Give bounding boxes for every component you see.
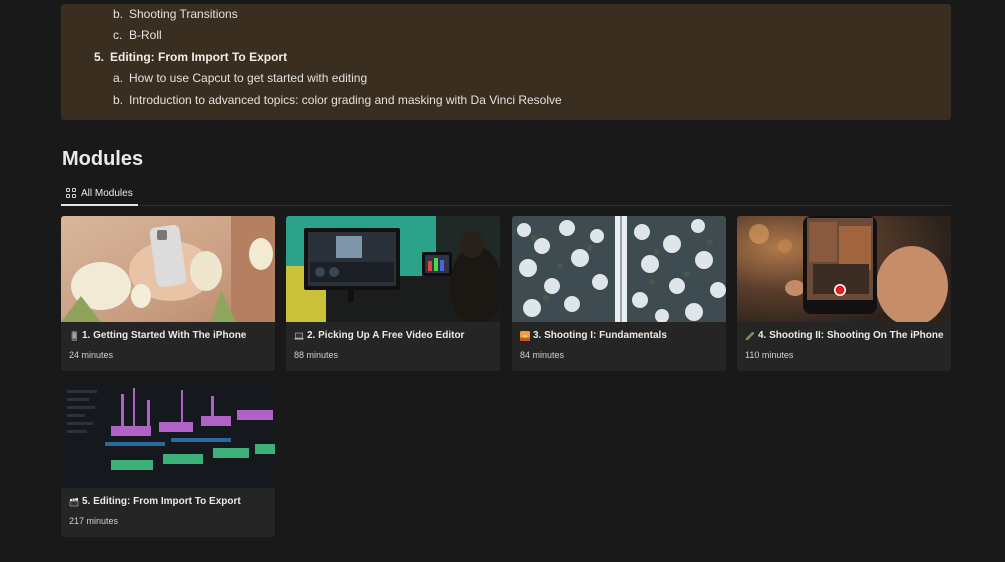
module-title-text: 1. Getting Started With The iPhone	[82, 330, 247, 341]
module-card-5[interactable]: 5. Editing: From Import To Export 217 mi…	[61, 382, 275, 537]
pen-icon	[745, 331, 755, 340]
outline-item: b. Shooting Transitions	[113, 7, 238, 21]
outline-item: b. Introduction to advanced topics: color…	[113, 93, 562, 107]
list-marker: 5.	[94, 50, 105, 64]
course-outline-callout: b. Shooting Transitions c. B-Roll 5. Editin…	[61, 4, 951, 120]
cover-image-iphone-shooting	[737, 216, 951, 322]
grid-icon	[66, 188, 76, 198]
module-title: 2. Picking Up A Free Video Editor	[294, 330, 464, 341]
module-duration: 84 minutes	[520, 350, 565, 360]
list-marker: b.	[113, 93, 124, 107]
module-card-2[interactable]: 2. Picking Up A Free Video Editor 88 min…	[286, 216, 500, 371]
outline-item: a. How to use Capcut to get started with …	[113, 71, 367, 85]
laptop-icon	[294, 332, 304, 339]
module-card-3[interactable]: 3. Shooting I: Fundamentals 84 minutes	[512, 216, 726, 371]
list-marker: a.	[113, 71, 124, 85]
module-title-text: 2. Picking Up A Free Video Editor	[307, 330, 465, 341]
module-card-1[interactable]: 1. Getting Started With The iPhone 24 mi…	[61, 216, 275, 371]
cover-image-editing-timeline	[61, 382, 275, 488]
outline-item-text: Shooting Transitions	[129, 7, 238, 21]
outline-item-text: How to use Capcut to get started with ed…	[129, 71, 368, 85]
sunrise-icon	[520, 330, 530, 341]
module-duration: 217 minutes	[69, 516, 119, 526]
section-heading: Modules	[62, 148, 144, 170]
module-title-text: 3. Shooting I: Fundamentals	[533, 330, 667, 341]
outline-item: 5. Editing: From Import To Export	[94, 50, 287, 64]
cover-image-iphone	[61, 216, 275, 322]
outline-item-text: Editing: From Import To Export	[110, 50, 288, 64]
module-title-text: 4. Shooting II: Shooting On The iPhone	[758, 330, 944, 341]
module-card-4[interactable]: 4. Shooting II: Shooting On The iPhone 1…	[737, 216, 951, 371]
tab-all-modules[interactable]: All Modules	[61, 182, 138, 206]
clapper-board-icon	[69, 497, 79, 506]
cover-image-snowy-forest	[512, 216, 726, 322]
outline-item-text: B-Roll	[129, 28, 162, 42]
cover-image-video-editor	[286, 216, 500, 322]
outline-item-text: Introduction to advanced topics: color g…	[129, 93, 562, 107]
tab-label: All Modules	[81, 187, 133, 199]
list-marker: c.	[113, 28, 123, 42]
module-duration: 88 minutes	[294, 350, 339, 360]
module-duration: 24 minutes	[69, 350, 114, 360]
module-title: 1. Getting Started With The iPhone	[69, 330, 246, 341]
list-marker: b.	[113, 7, 124, 21]
module-duration: 110 minutes	[745, 350, 794, 360]
module-title: 5. Editing: From Import To Export	[69, 496, 241, 507]
module-title: 4. Shooting II: Shooting On The iPhone	[745, 330, 944, 341]
module-title: 3. Shooting I: Fundamentals	[520, 330, 667, 341]
outline-item: c. B-Roll	[113, 28, 162, 42]
mobile-phone-icon	[71, 330, 77, 341]
module-title-text: 5. Editing: From Import To Export	[82, 496, 241, 507]
view-tab-bar: All Modules	[61, 182, 951, 206]
